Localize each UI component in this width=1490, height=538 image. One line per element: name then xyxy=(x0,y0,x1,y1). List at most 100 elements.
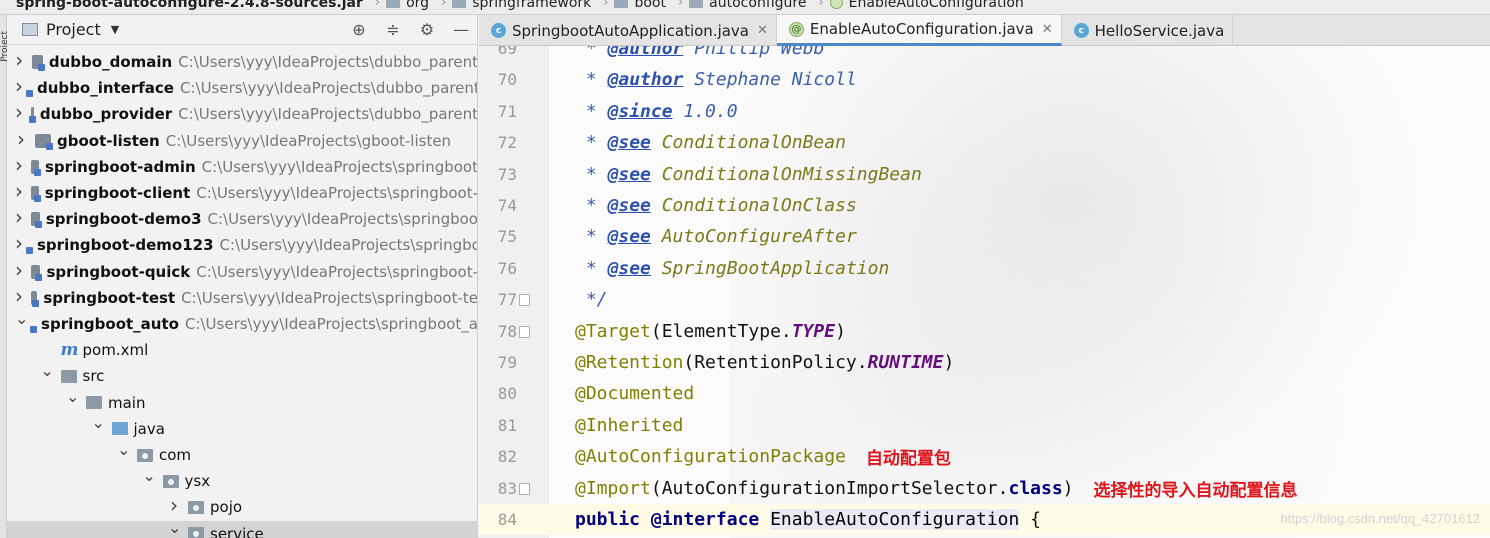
chevron-right-icon[interactable] xyxy=(15,79,23,97)
collapse-icon[interactable]: ≑ xyxy=(385,20,401,39)
breadcrumb-item[interactable]: › autoconfigure xyxy=(672,0,813,11)
tree-row-springboot-quick[interactable]: springboot-quick C:\Users\yyy\IdeaProject… xyxy=(7,259,477,285)
project-panel: Project ▼ ⊕ ≑ ⚙ — dubbo_domain C:\Users\y… xyxy=(7,15,478,538)
fold-icon[interactable] xyxy=(517,284,539,315)
chevron-down-icon[interactable] xyxy=(92,421,104,436)
chevron-down-icon[interactable] xyxy=(168,526,180,538)
breadcrumb-item[interactable]: spring-boot-autoconfigure-2.4.8-sources.… xyxy=(0,0,369,11)
tree-row-main[interactable]: main xyxy=(7,390,477,416)
code-line[interactable]: 82 @AutoConfigurationPackage 自动配置包 xyxy=(479,441,1490,472)
fold-icon[interactable] xyxy=(517,473,539,504)
code-line[interactable]: 76 * @see SpringBootApplication xyxy=(479,253,1490,284)
code-text: public @interface EnableAutoConfiguratio… xyxy=(575,509,1041,530)
tree-row-springboot-demo123[interactable]: springboot-demo123 C:\Users\yyy\IdeaProje… xyxy=(7,232,477,258)
ide-window: spring-boot-autoconfigure-2.4.8-sources.… xyxy=(0,0,1490,538)
tree-row-service[interactable]: service xyxy=(7,520,477,538)
tree-row-dubbo_domain[interactable]: dubbo_domain C:\Users\yyy\IdeaProjects\du… xyxy=(7,49,477,75)
tab-springbootautoapplication-java[interactable]: c SpringbootAutoApplication.java ✕ xyxy=(479,15,777,46)
tree-row-pojo[interactable]: pojo xyxy=(7,494,477,520)
code-line[interactable]: 81 @Inherited xyxy=(479,410,1490,441)
breadcrumb-label: org xyxy=(406,0,430,11)
folder-icon xyxy=(60,369,77,383)
module-icon xyxy=(28,107,36,124)
tree-row-ysx[interactable]: ysx xyxy=(7,468,477,494)
code-token: * xyxy=(575,257,608,279)
code-line[interactable]: 69 * @author Phillip Webb xyxy=(479,46,1490,64)
code-token: (ElementType. xyxy=(650,320,792,342)
code-token: @author xyxy=(607,69,684,91)
fold-icon[interactable] xyxy=(517,316,539,347)
chevron-right-icon[interactable] xyxy=(168,498,180,516)
code-line[interactable]: 79 @Retention(RetentionPolicy.RUNTIME) xyxy=(479,347,1490,378)
chevron-down-icon[interactable] xyxy=(117,448,129,463)
chevron-right-icon[interactable] xyxy=(15,105,23,123)
chevron-right-icon[interactable] xyxy=(15,158,23,176)
code-token: TYPE xyxy=(791,320,836,342)
close-icon[interactable]: ✕ xyxy=(757,23,768,38)
code-token: (AutoConfigurationImportSelector. xyxy=(650,477,1009,499)
chevron-right-icon[interactable] xyxy=(15,53,24,71)
tab-enableautoconfiguration-java[interactable]: @ EnableAutoConfiguration.java ✕ xyxy=(776,15,1062,46)
tree-item-path: C:\Users\yyy\IdeaProjects\springboot xyxy=(201,157,478,176)
tree-row-springboot-test[interactable]: springboot-test C:\Users\yyy\IdeaProjects… xyxy=(7,285,477,311)
tree-row-springboot-demo3[interactable]: springboot-demo3 C:\Users\yyy\IdeaProject… xyxy=(7,206,477,232)
tree-item-label: springboot-admin xyxy=(44,157,196,176)
code-line[interactable]: 70 * @author Stephane Nicoll xyxy=(479,64,1490,95)
tab-label: HelloService.java xyxy=(1094,21,1225,40)
code-line[interactable]: 77 */ xyxy=(479,284,1490,315)
tree-item-label: springboot-demo3 xyxy=(45,210,202,229)
code-token: */ xyxy=(575,289,608,311)
annotation-icon: @ xyxy=(788,21,804,37)
chevron-down-icon[interactable] xyxy=(143,474,155,489)
breadcrumb-item[interactable]: › boot xyxy=(597,0,672,11)
tree-row-java[interactable]: java xyxy=(7,416,477,442)
chevron-down-icon[interactable] xyxy=(15,317,27,332)
tree-row-springboot-client[interactable]: springboot-client C:\Users\yyy\IdeaProjec… xyxy=(7,180,477,206)
code-line[interactable]: 74 * @see ConditionalOnClass xyxy=(479,190,1490,221)
tree-row-dubbo_interface[interactable]: dubbo_interface C:\Users\yyy\IdeaProjects… xyxy=(7,75,477,101)
project-tool-strip[interactable]: Project xyxy=(0,15,10,538)
chevron-right-icon[interactable] xyxy=(15,289,23,307)
code-line[interactable]: 83 @Import(AutoConfigurationImportSelecto… xyxy=(479,473,1490,504)
tab-helloservice-java[interactable]: c HelloService.java xyxy=(1062,15,1234,46)
chevron-down-icon[interactable] xyxy=(41,369,53,384)
chevron-down-icon[interactable] xyxy=(66,395,78,410)
breadcrumb-item[interactable]: › org xyxy=(369,0,435,11)
breadcrumb-label: autoconfigure xyxy=(709,0,807,11)
code-line[interactable]: 73 * @see ConditionalOnMissingBean xyxy=(479,159,1490,190)
tree-row-com[interactable]: com xyxy=(7,442,477,468)
code-token: @see xyxy=(607,226,651,248)
breadcrumb-item[interactable]: › springframework xyxy=(435,0,597,11)
tree-item-label: java xyxy=(133,419,165,438)
line-number: 76 xyxy=(497,258,517,278)
chevron-right-icon[interactable] xyxy=(15,263,23,281)
code-token: ConditionalOnBean xyxy=(650,132,846,154)
code-line[interactable]: 71 * @since 1.0.0 xyxy=(479,96,1490,127)
chevron-right-icon[interactable] xyxy=(15,132,27,150)
chevron-right-icon[interactable] xyxy=(15,184,23,202)
chevron-down-icon[interactable]: ▼ xyxy=(111,23,119,36)
project-panel-title[interactable]: Project xyxy=(46,20,101,39)
code-line[interactable]: 75 * @see AutoConfigureAfter xyxy=(479,221,1490,252)
close-icon[interactable]: ✕ xyxy=(1042,22,1053,37)
code-line[interactable]: 72 * @see ConditionalOnBean xyxy=(479,127,1490,158)
tree-row-springboot-admin[interactable]: springboot-admin C:\Users\yyy\IdeaProject… xyxy=(7,154,478,180)
chevron-right-icon[interactable] xyxy=(15,210,23,228)
tree-row-dubbo_provider[interactable]: dubbo_provider C:\Users\yyy\IdeaProjects\… xyxy=(7,101,477,127)
maven-icon: m xyxy=(60,340,79,361)
code-line[interactable]: 78 @Target(ElementType.TYPE) xyxy=(479,316,1490,347)
chevron-right-icon[interactable] xyxy=(15,236,23,254)
code-token: * xyxy=(575,195,608,216)
tree-row-pom.xml[interactable]: m pom.xml xyxy=(7,337,477,363)
tree-row-gboot-listen[interactable]: gboot-listen C:\Users\yyy\IdeaProjects\gb… xyxy=(7,128,477,154)
target-icon[interactable]: ⊕ xyxy=(351,20,367,39)
code-editor[interactable]: 69 * @author Phillip Webb 70 * @author St… xyxy=(479,46,1490,538)
code-line[interactable]: 80 @Documented xyxy=(479,378,1490,409)
minimize-icon[interactable]: — xyxy=(453,20,469,39)
tree-row-springboot_auto[interactable]: springboot_auto C:\Users\yyy\IdeaProjects… xyxy=(7,311,477,337)
tab-label: EnableAutoConfiguration.java xyxy=(809,20,1034,38)
breadcrumb-item[interactable]: › EnableAutoConfiguration xyxy=(812,0,1029,11)
tree-item-label: springboot-client xyxy=(44,184,191,202)
tree-row-src[interactable]: src xyxy=(7,363,477,389)
settings-icon[interactable]: ⚙ xyxy=(419,20,435,39)
